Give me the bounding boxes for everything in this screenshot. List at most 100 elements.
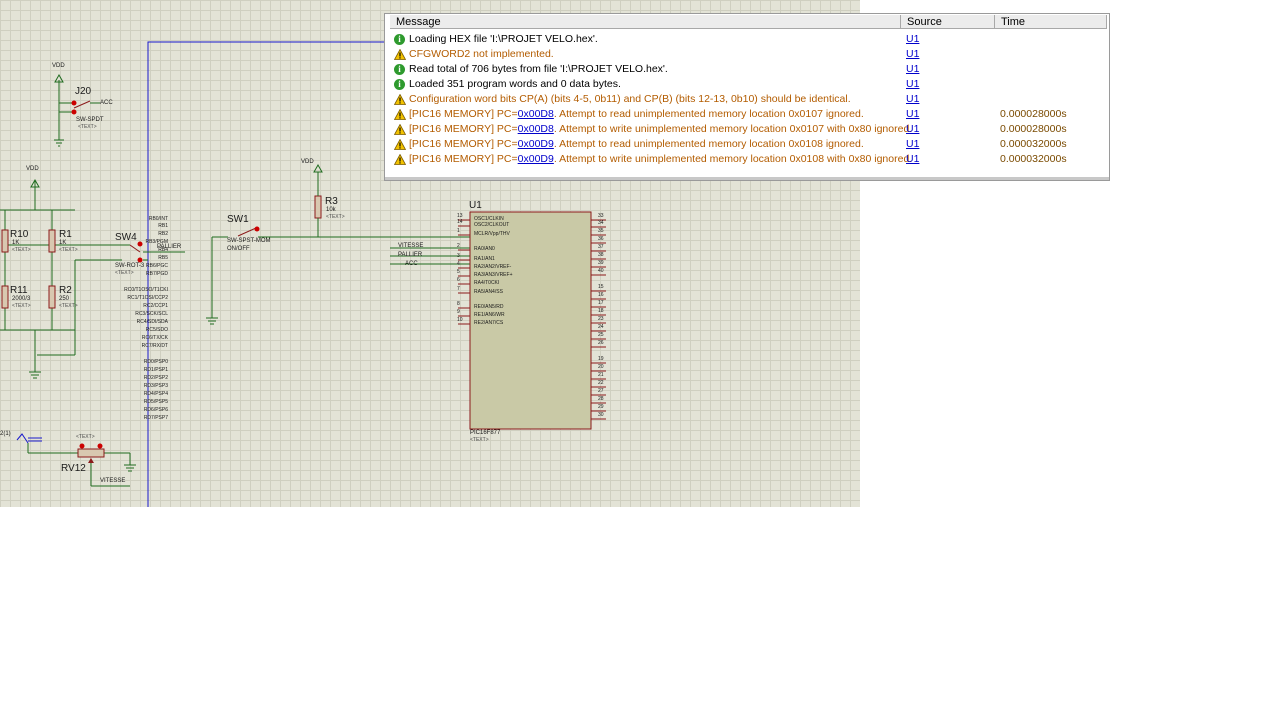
message-text: [PIC16 MEMORY] PC=0x00D8. Attempt to wri… [409, 122, 912, 137]
message-row[interactable]: [PIC16 MEMORY] PC=0x00D8. Attempt to wri… [385, 122, 1107, 137]
r11-value: 2000/3 [12, 296, 31, 302]
chip-pin-label: RB7/PGD [146, 271, 168, 277]
chip-pin-label: RD1/PSP1 [143, 367, 168, 373]
u1-label: U1 [469, 200, 482, 211]
message-suffix: . Attempt to read unimplemented memory l… [553, 108, 864, 120]
source-link[interactable]: U1 [906, 47, 919, 62]
chip-pin-number: 6 [457, 277, 460, 283]
sw4-type-label: SW-ROT-3 [115, 263, 145, 269]
message-prefix: [PIC16 MEMORY] PC= [409, 108, 518, 120]
time-cell: 0.000032000s [1000, 153, 1067, 165]
source-link[interactable]: U1 [906, 107, 919, 122]
chip-pin-label: RE1/AN6/WR [474, 312, 505, 318]
time-cell: 0.000028000s [1000, 108, 1067, 120]
source-link[interactable]: U1 [906, 92, 919, 107]
message-text: CFGWORD2 not implemented. [409, 47, 554, 62]
sw1-type-label: SW-SPST-MOM [227, 238, 271, 244]
message-row[interactable]: i Loaded 351 program words and 0 data byt… [385, 77, 1107, 92]
r1-value: 1K [59, 240, 67, 246]
chip-pin-label: RE0/AN5/RD [474, 304, 504, 310]
pc-address-link[interactable]: 0x00D8 [518, 108, 554, 120]
chip-pin-label: RA1/AN1 [474, 256, 495, 262]
onoff-label: ON/OFF [227, 246, 250, 252]
message-prefix: Configuration word bits CP(A) (bits 4-5,… [409, 93, 851, 105]
chip-pin-label: RB4 [158, 247, 168, 253]
chip-pin-number: 18 [598, 308, 604, 314]
chip-pin-label: RC4/SDI/SDA [136, 319, 168, 325]
j20-label: J20 [75, 86, 92, 97]
rv12-text: <TEXT> [76, 434, 95, 440]
message-row[interactable]: i Read total of 706 bytes from file 'I:\P… [385, 62, 1107, 77]
chip-pin-number: 24 [598, 324, 604, 330]
rv12-label: RV12 [61, 463, 86, 474]
chip-pin-number: 7 [457, 286, 460, 292]
chip-pin-label: RB0/INT [148, 216, 168, 222]
chip-pin-number: 20 [598, 364, 604, 370]
chip-pin-label: MCLR/Vpp/THV [474, 231, 510, 237]
chip-pin-label: RB5 [158, 255, 168, 261]
chip-text: <TEXT> [470, 437, 489, 443]
pc-address-link[interactable]: 0x00D9 [518, 138, 554, 150]
pc-address-link[interactable]: 0x00D9 [518, 153, 554, 165]
info-icon: i [394, 64, 405, 75]
message-row[interactable]: CFGWORD2 not implemented. U1 [385, 47, 1107, 62]
chip-pin-label: RC0/T1OSO/T1CKI [124, 287, 168, 293]
message-prefix: [PIC16 MEMORY] PC= [409, 123, 518, 135]
chip-pin-number: 3 [457, 253, 460, 259]
j20-type-label: SW-SPDT [76, 117, 104, 123]
message-text: [PIC16 MEMORY] PC=0x00D9. Attempt to rea… [409, 137, 864, 152]
chip-pin-label: RC3/SCK/SCL [135, 311, 168, 317]
r10-value: 1K [12, 240, 20, 246]
message-row[interactable]: [PIC16 MEMORY] PC=0x00D9. Attempt to rea… [385, 137, 1107, 152]
r2-value: 250 [59, 296, 70, 302]
chip-pin-label: RC2/CCP1 [143, 303, 168, 309]
chip-pin-number: 35 [598, 228, 604, 234]
source-link[interactable]: U1 [906, 32, 919, 47]
chip-pin-label: RA2/AN2/VREF- [474, 264, 512, 270]
message-row[interactable]: Configuration word bits CP(A) (bits 4-5,… [385, 92, 1107, 107]
column-header-message[interactable]: Message [390, 15, 901, 29]
pc-address-link[interactable]: 0x00D8 [518, 123, 554, 135]
chip-pin-number: 8 [457, 301, 460, 307]
column-header-source[interactable]: Source [901, 15, 995, 29]
chip-pin-label: RD7/PSP7 [143, 415, 168, 421]
chip-pin-label: RC5/SDO [145, 327, 168, 333]
chip-pin-label: RA4/T0CKI [474, 280, 500, 286]
message-log-window[interactable]: Message Source Time i Loading HEX file 'I… [384, 13, 1110, 181]
chip-pin-number: 40 [598, 268, 604, 274]
message-text: Read total of 706 bytes from file 'I:\PR… [409, 62, 668, 77]
source-link[interactable]: U1 [906, 152, 919, 167]
chip-pin-number: 33 [598, 213, 604, 219]
source-link[interactable]: U1 [906, 62, 919, 77]
vitesse-label: VITESSE [100, 478, 126, 484]
chip-pin-number: 15 [598, 284, 604, 290]
message-text: Loading HEX file 'I:\PROJET VELO.hex'. [409, 32, 598, 47]
warning-icon [393, 93, 407, 105]
warning-icon [393, 108, 407, 120]
source-link[interactable]: U1 [906, 137, 919, 152]
message-row[interactable]: [PIC16 MEMORY] PC=0x00D8. Attempt to rea… [385, 107, 1107, 122]
message-row[interactable]: i Loading HEX file 'I:\PROJET VELO.hex'. U… [385, 32, 1107, 47]
chip-pin-label: RA3/AN3/VREF+ [474, 272, 513, 278]
chip-pin-label: RB1 [158, 223, 168, 229]
message-row[interactable]: [PIC16 MEMORY] PC=0x00D9. Attempt to wri… [385, 152, 1107, 167]
source-link[interactable]: U1 [906, 77, 919, 92]
r10-label: R10 [10, 229, 29, 240]
r10-text: <TEXT> [12, 247, 31, 253]
message-prefix: Read total of 706 bytes from file 'I:\PR… [409, 63, 668, 75]
message-text: [PIC16 MEMORY] PC=0x00D8. Attempt to rea… [409, 107, 864, 122]
chip-pin-number: 9 [457, 309, 460, 315]
chip-pin-label: RD2/PSP2 [143, 375, 168, 381]
time-cell: 0.000028000s [1000, 123, 1067, 135]
sw4-label: SW4 [115, 232, 137, 243]
column-header-time[interactable]: Time [995, 15, 1107, 29]
acc-net-label: ACC [405, 261, 418, 267]
warning-icon [393, 48, 407, 60]
r3-label: R3 [325, 196, 338, 207]
chip-pin-number: 37 [598, 244, 604, 250]
source-link[interactable]: U1 [906, 122, 919, 137]
chip-pin-number: 2 [457, 243, 460, 249]
chip-pin-number: 38 [598, 252, 604, 258]
chip-pin-label: RB3/PGM [145, 239, 168, 245]
chip-name-label: PIC16F877 [470, 430, 501, 436]
